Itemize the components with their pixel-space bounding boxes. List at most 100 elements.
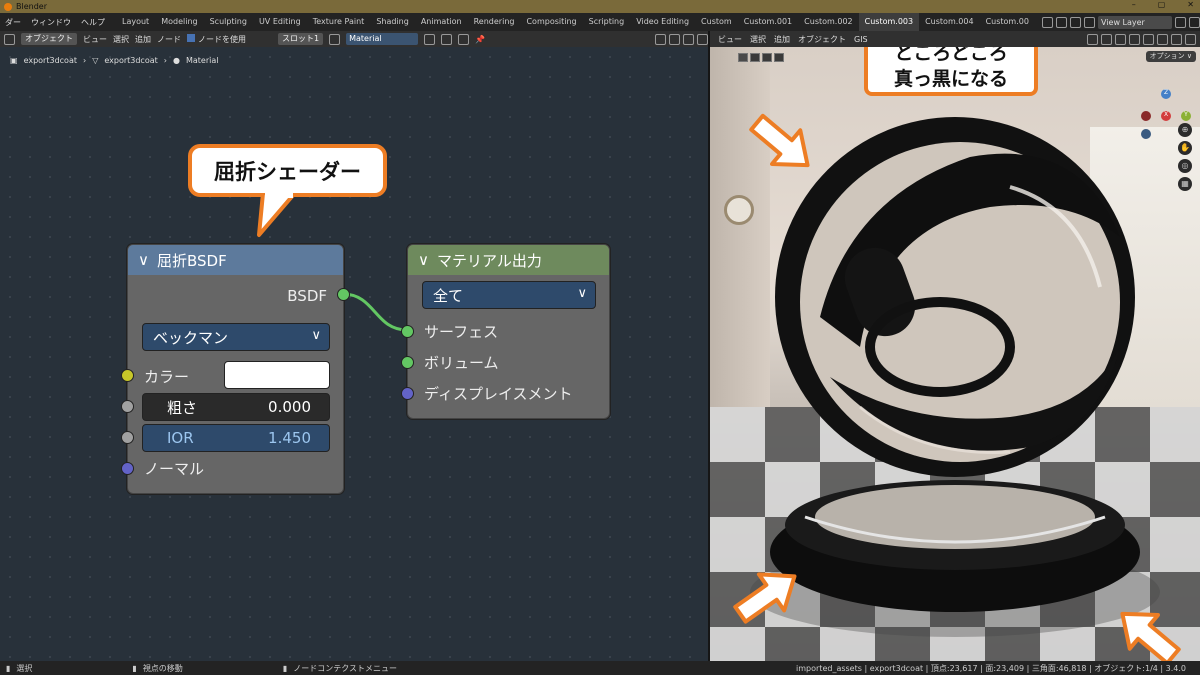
remove-icon[interactable] — [1189, 16, 1200, 28]
volume-label: ボリューム — [424, 354, 499, 372]
material-field[interactable]: Material — [346, 33, 419, 45]
menu-select[interactable]: 選択 — [750, 34, 766, 45]
tab-workspace[interactable]: Custom.004 — [919, 13, 979, 31]
menu-view[interactable]: ビュー — [83, 34, 107, 45]
tab-workspace[interactable]: Animation — [415, 13, 468, 31]
roughness-input-socket[interactable] — [121, 400, 134, 413]
sidebar-icon[interactable] — [697, 33, 708, 45]
overlay-icon[interactable] — [683, 33, 694, 45]
menu-gis[interactable]: GIS — [854, 35, 868, 44]
node-header[interactable]: ∨ マテリアル出力 — [408, 245, 609, 275]
color-swatch[interactable] — [224, 361, 330, 389]
menu-object[interactable]: オブジェクト — [798, 34, 846, 45]
title-bar: Blender – ▢ ✕ — [0, 0, 1200, 13]
xray-icon[interactable] — [1129, 33, 1140, 45]
minimize-icon[interactable]: – — [1132, 0, 1136, 9]
top-menubar: ダー ウィンドウ ヘルプ Layout Modeling Sculpting U… — [0, 13, 1200, 31]
copy-icon[interactable] — [1175, 16, 1186, 28]
delete-icon[interactable] — [1070, 16, 1081, 28]
rendered-shading-icon[interactable] — [1185, 33, 1196, 45]
menu-item[interactable]: ヘルプ — [76, 17, 110, 28]
maximize-icon[interactable]: ▢ — [1158, 0, 1166, 9]
displacement-input-socket[interactable] — [401, 387, 414, 400]
slot-dropdown[interactable]: スロット1 — [278, 33, 324, 45]
surface-label: サーフェス — [424, 323, 499, 341]
material-output-node[interactable]: ∨ マテリアル出力 全て ∨ サーフェス ボリューム ディスプレイスメント — [401, 244, 610, 419]
scene-icon[interactable] — [1042, 16, 1053, 28]
tab-workspace[interactable]: Custom.00 — [980, 13, 1035, 31]
tab-workspace[interactable]: Custom.002 — [798, 13, 858, 31]
distribution-dropdown[interactable]: ベックマン ∨ — [142, 323, 330, 351]
mouse-middle-icon: ▮ — [132, 663, 137, 673]
tab-workspace[interactable]: Layout — [116, 13, 155, 31]
menu-item[interactable]: ダー — [0, 17, 26, 28]
editor-type-icon[interactable] — [4, 33, 15, 45]
solid-shading-icon[interactable] — [1157, 33, 1168, 45]
bsdf-output-socket[interactable] — [337, 288, 350, 301]
roughness-field[interactable]: 粗さ 0.000 — [142, 393, 330, 421]
use-nodes-checkbox[interactable]: ノードを使用 — [187, 33, 246, 45]
ior-value: 1.450 — [268, 429, 311, 447]
menu-add[interactable]: 追加 — [774, 34, 790, 45]
tab-workspace[interactable]: Sculpting — [204, 13, 253, 31]
refraction-bsdf-node[interactable]: ∨ 屈折BSDF BSDF ベックマン ∨ カラー 粗さ 0.000 IOR 1… — [121, 244, 350, 494]
new-scene-icon[interactable] — [1056, 16, 1067, 28]
tab-workspace[interactable]: Custom — [695, 13, 738, 31]
tab-workspace[interactable]: Compositing — [520, 13, 582, 31]
wireframe-shading-icon[interactable] — [1143, 33, 1154, 45]
3d-viewport[interactable]: オプション ∨ Z Y X ⊕ ✋ ◎ ▦ ところどころ 真っ黒になる — [710, 47, 1200, 661]
color-input-socket[interactable] — [121, 369, 134, 382]
ior-field[interactable]: IOR 1.450 — [142, 424, 330, 452]
parent-node-icon[interactable] — [655, 33, 666, 45]
tab-workspace[interactable]: Texture Paint — [307, 13, 371, 31]
menu-view[interactable]: ビュー — [718, 34, 742, 45]
status-context: ノードコンテクストメニュー — [293, 663, 397, 673]
tab-workspace[interactable]: Custom.001 — [738, 13, 798, 31]
shading-buttons — [1087, 33, 1200, 45]
chevron-down-icon[interactable]: ∨ — [418, 251, 429, 269]
scene-controls: View Layer — [1038, 13, 1200, 31]
node-editor-canvas[interactable]: ▣ export3dcoat › ▽ export3dcoat › ● Mate… — [0, 47, 708, 661]
displacement-label: ディスプレイスメント — [424, 385, 573, 403]
tab-workspace[interactable]: Scripting — [583, 13, 631, 31]
menu-node[interactable]: ノード — [157, 34, 181, 45]
ior-input-socket[interactable] — [121, 431, 134, 444]
menu-add[interactable]: 追加 — [135, 34, 151, 45]
roughness-label: 粗さ — [167, 398, 198, 417]
node-title: 屈折BSDF — [156, 251, 227, 270]
target-value: 全て — [433, 286, 464, 305]
callout-pointer — [257, 193, 297, 237]
tab-workspace[interactable]: Modeling — [155, 13, 203, 31]
view-layer-icon[interactable] — [1084, 16, 1095, 28]
tab-workspace[interactable]: Shading — [370, 13, 415, 31]
status-move: 視点の移動 — [142, 663, 183, 673]
tab-workspace[interactable]: UV Editing — [253, 13, 307, 31]
target-dropdown[interactable]: 全て ∨ — [422, 281, 596, 309]
menu-select[interactable]: 選択 — [113, 34, 129, 45]
new-material-icon[interactable] — [441, 33, 453, 45]
tab-workspace[interactable]: Video Editing — [630, 13, 695, 31]
chevron-down-icon[interactable]: ∨ — [138, 251, 149, 269]
snap-icon[interactable] — [669, 33, 680, 45]
menu-item[interactable]: ウィンドウ — [26, 17, 76, 28]
view-layer-field[interactable]: View Layer — [1098, 15, 1172, 29]
node-link — [342, 292, 408, 332]
mouse-right-icon: ▮ — [282, 663, 288, 673]
unlink-icon[interactable] — [458, 33, 470, 45]
overlay-icon[interactable] — [1115, 33, 1126, 45]
material-shading-icon[interactable] — [1171, 33, 1182, 45]
viewport-visibility-icon[interactable] — [1087, 33, 1098, 45]
pin-icon[interactable]: 📌 — [475, 35, 485, 44]
volume-input-socket[interactable] — [401, 356, 414, 369]
gizmo-icon[interactable] — [1101, 33, 1112, 45]
normal-input-socket[interactable] — [121, 462, 134, 475]
tab-workspace[interactable]: Rendering — [468, 13, 521, 31]
fake-user-icon[interactable] — [424, 33, 436, 45]
color-label: カラー — [144, 368, 190, 386]
material-sphere-icon[interactable] — [329, 33, 341, 45]
mode-dropdown[interactable]: オブジェクト — [21, 33, 77, 45]
node-header[interactable]: ∨ 屈折BSDF — [128, 245, 343, 275]
surface-input-socket[interactable] — [401, 325, 414, 338]
tab-workspace-active[interactable]: Custom.003 — [858, 13, 920, 31]
close-icon[interactable]: ✕ — [1187, 0, 1194, 9]
